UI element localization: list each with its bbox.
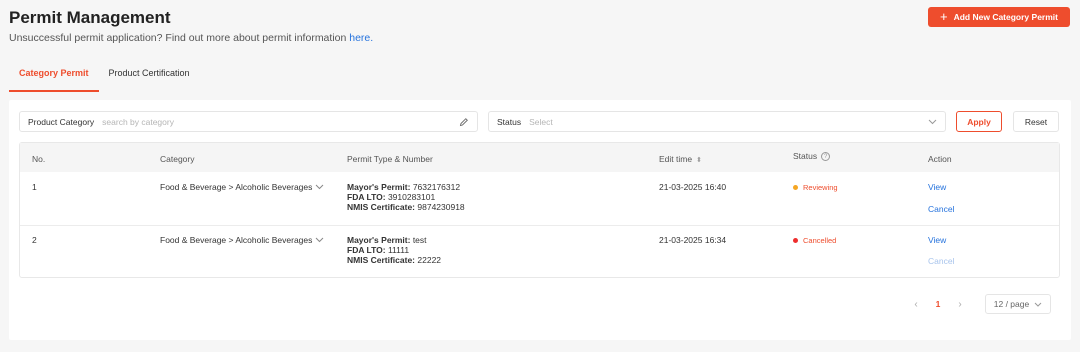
status-text: Cancelled — [803, 236, 837, 245]
permit-value: 11111 — [387, 245, 410, 255]
add-category-permit-button[interactable]: + Add New Category Permit — [928, 7, 1070, 27]
edit-time-label: Edit time — [659, 154, 693, 164]
status-dot — [793, 185, 798, 190]
permit-line: NMIS Certificate: 22222 — [347, 255, 441, 265]
page-header: Permit Management Unsuccessful permit ap… — [0, 0, 1080, 92]
plus-icon: + — [940, 9, 948, 24]
tab-category-permit[interactable]: Category Permit — [9, 60, 99, 92]
current-page[interactable]: 1 — [927, 299, 949, 309]
permit-value: test — [412, 235, 427, 245]
chevron-down-icon — [928, 117, 937, 127]
row-category[interactable]: Food & Beverage > Alcoholic Beverages — [160, 235, 324, 245]
help-icon[interactable]: ? — [821, 151, 831, 161]
row-permits: Mayor's Permit: test FDA LTO: 11111 NMIS… — [347, 235, 441, 265]
row-edit-time: 21-03-2025 16:40 — [659, 182, 727, 192]
status-filter[interactable]: Status Select — [488, 111, 946, 132]
subtitle-text: Unsuccessful permit application? Find ou… — [9, 32, 350, 44]
chevron-down-icon[interactable] — [315, 235, 324, 245]
permit-line: Mayor's Permit: test — [347, 235, 441, 245]
table-row: 2 Food & Beverage > Alcoholic Beverages … — [20, 227, 1059, 279]
pagination: ‹ 1 › 12 / page — [905, 294, 1051, 314]
content-panel: Product Category search by category Stat… — [9, 100, 1071, 340]
permit-value: 9874230918 — [417, 202, 465, 212]
table-row: 1 Food & Beverage > Alcoholic Beverages … — [20, 172, 1059, 226]
permit-info-link[interactable]: here. — [349, 32, 373, 44]
status-column-label: Status — [793, 151, 818, 161]
permit-line: NMIS Certificate: 9874230918 — [347, 202, 465, 212]
category-text: Food & Beverage > Alcoholic Beverages — [160, 235, 313, 245]
permit-value: 22222 — [417, 255, 442, 265]
permit-value: 7632176312 — [412, 182, 461, 192]
status-select[interactable]: Select — [529, 117, 928, 127]
chevron-down-icon — [1034, 299, 1042, 309]
pencil-icon[interactable] — [459, 117, 469, 127]
permit-line: Mayor's Permit: 7632176312 — [347, 182, 465, 192]
page-size-select[interactable]: 12 / page — [985, 294, 1051, 314]
view-button[interactable]: View — [928, 235, 946, 245]
row-no: 1 — [32, 182, 37, 192]
row-no: 2 — [32, 235, 37, 245]
permit-label: FDA LTO: — [347, 245, 386, 255]
tab-product-certification[interactable]: Product Certification — [99, 60, 200, 92]
column-edit-time[interactable]: Edit time ⬍ — [659, 154, 702, 164]
view-button[interactable]: View — [928, 182, 946, 192]
product-category-search-input[interactable]: search by category — [102, 117, 459, 127]
permit-value: 3910283101 — [387, 192, 436, 202]
column-status: Status ? — [793, 151, 831, 161]
status-badge: Cancelled — [793, 236, 836, 245]
product-category-label: Product Category — [28, 116, 95, 127]
column-category: Category — [160, 154, 195, 164]
status-dot — [793, 238, 798, 243]
permit-line: FDA LTO: 3910283101 — [347, 192, 465, 202]
table-header: No. Category Permit Type & Number Edit t… — [20, 143, 1059, 172]
row-permits: Mayor's Permit: 7632176312 FDA LTO: 3910… — [347, 182, 465, 212]
column-no: No. — [32, 154, 46, 164]
cancel-button[interactable]: Cancel — [928, 204, 954, 214]
row-edit-time: 21-03-2025 16:34 — [659, 235, 727, 245]
category-text: Food & Beverage > Alcoholic Beverages — [160, 182, 313, 192]
column-permit: Permit Type & Number — [347, 154, 433, 164]
page-subtitle: Unsuccessful permit application? Find ou… — [9, 32, 373, 44]
permit-label: Mayor's Permit: — [347, 182, 411, 192]
permit-label: Mayor's Permit: — [347, 235, 411, 245]
permit-line: FDA LTO: 11111 — [347, 245, 441, 255]
prev-page-icon[interactable]: ‹ — [905, 299, 927, 310]
cancel-button-disabled: Cancel — [928, 256, 955, 266]
chevron-down-icon[interactable] — [315, 182, 324, 192]
status-filter-label: Status — [497, 116, 522, 127]
column-action: Action — [928, 154, 952, 164]
next-page-icon[interactable]: › — [949, 299, 971, 310]
reset-button[interactable]: Reset — [1013, 111, 1059, 132]
permit-label: NMIS Certificate: — [347, 202, 416, 212]
page-title: Permit Management — [9, 8, 171, 27]
permit-label: FDA LTO: — [347, 192, 386, 202]
row-category[interactable]: Food & Beverage > Alcoholic Beverages — [160, 182, 324, 192]
sort-icon[interactable]: ⬍ — [696, 157, 702, 164]
tab-bar: Category Permit Product Certification — [9, 60, 200, 92]
status-badge: Reviewing — [793, 183, 838, 192]
page-size-value: 12 / page — [993, 299, 1030, 309]
apply-button[interactable]: Apply — [956, 111, 1002, 132]
add-button-label: Add New Category Permit — [953, 12, 1058, 22]
product-category-filter[interactable]: Product Category search by category — [19, 111, 478, 132]
status-text: Reviewing — [803, 183, 838, 192]
permit-table: No. Category Permit Type & Number Edit t… — [19, 142, 1060, 278]
permit-label: NMIS Certificate: — [347, 255, 416, 265]
